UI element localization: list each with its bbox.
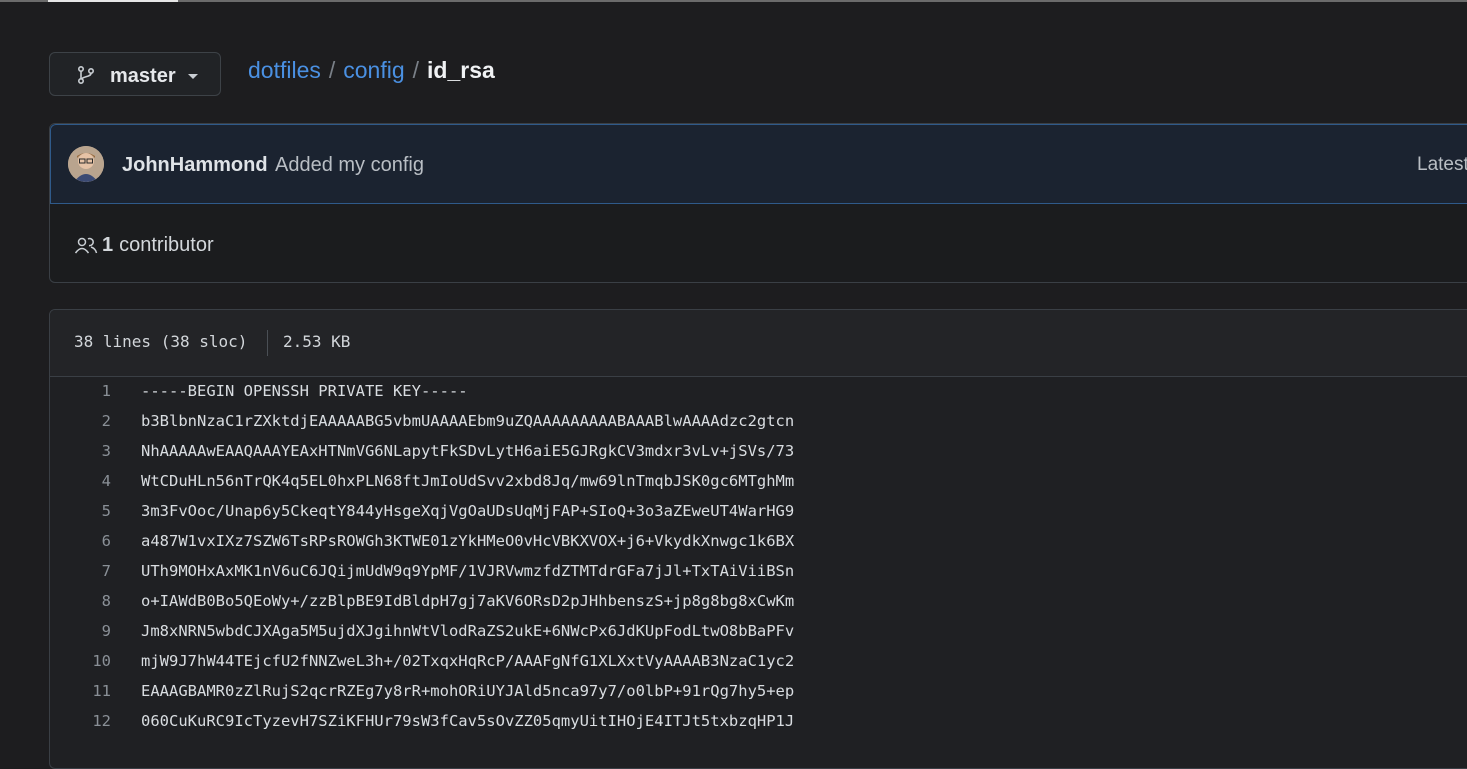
line-number[interactable]: 5 bbox=[50, 496, 111, 526]
commit-author-link[interactable]: JohnHammond bbox=[122, 154, 268, 177]
line-number[interactable]: 9 bbox=[50, 616, 111, 646]
file-header: 38 lines (38 sloc) 2.53 KB bbox=[50, 310, 1467, 377]
breadcrumb-file-name: id_rsa bbox=[427, 57, 495, 83]
git-branch-icon bbox=[76, 65, 96, 85]
commit-header: JohnHammond Added my config Latest bbox=[50, 124, 1467, 204]
file-viewer: 38 lines (38 sloc) 2.53 KB 1 -----BEGIN O… bbox=[49, 309, 1467, 769]
line-number[interactable]: 12 bbox=[50, 706, 111, 736]
line-number[interactable]: 10 bbox=[50, 646, 111, 676]
people-icon bbox=[74, 236, 98, 256]
line-content: WtCDuHLn56nTrQK4q5EL0hxPLN68ftJmIoUdSvv2… bbox=[141, 472, 795, 490]
line-number[interactable]: 3 bbox=[50, 436, 111, 466]
breadcrumb-separator: / bbox=[412, 57, 420, 83]
file-info-divider bbox=[267, 330, 268, 356]
line-number[interactable]: 7 bbox=[50, 556, 111, 586]
line-content: 060CuKuRC9IcTyzevH7SZiKFHUr79sW3fCav5sOv… bbox=[141, 712, 795, 730]
code-listing: 1 -----BEGIN OPENSSH PRIVATE KEY----- 2 b3B… bbox=[50, 376, 1467, 736]
code-line: 4 WtCDuHLn56nTrQK4q5EL0hxPLN68ftJmIoUdSvv… bbox=[50, 466, 1467, 496]
code-line: 3 NhAAAAAwEAAQAAAYEAxHTNmVG6NLapytFkSDvLy… bbox=[50, 436, 1467, 466]
code-line: 6 a487W1vxIXz7SZW6TsRPsROWGh3KTWE01zYkHMe… bbox=[50, 526, 1467, 556]
commit-info-box: JohnHammond Added my config Latest 1 con… bbox=[49, 123, 1467, 283]
line-content: b3BlbnNzaC1rZXktdjEAAAAABG5vbmUAAAAEbm9u… bbox=[141, 412, 795, 430]
chevron-down-icon bbox=[188, 74, 198, 79]
commit-message-link[interactable]: Added my config bbox=[275, 154, 424, 177]
file-size: 2.53 KB bbox=[283, 332, 351, 351]
latest-commit-label[interactable]: Latest bbox=[1417, 154, 1467, 176]
branch-select-button[interactable]: master bbox=[49, 52, 221, 96]
code-line: 8 o+IAWdB0Bo5QEoWy+/zzBlpBE9IdBldpH7gj7aK… bbox=[50, 586, 1467, 616]
code-line: 7 UTh9MOHxAxMK1nV6uC6JQijmUdW9q9YpMF/1VJR… bbox=[50, 556, 1467, 586]
line-number[interactable]: 11 bbox=[50, 676, 111, 706]
line-content: a487W1vxIXz7SZW6TsRPsROWGh3KTWE01zYkHMeO… bbox=[141, 532, 795, 550]
window-top-border bbox=[0, 0, 1467, 2]
line-content: -----BEGIN OPENSSH PRIVATE KEY----- bbox=[141, 382, 468, 400]
branch-name: master bbox=[110, 65, 176, 87]
code-line: 11 EAAAGBAMR0zZlRujS2qcrRZEg7y8rR+mohORiU… bbox=[50, 676, 1467, 706]
code-line: 12 060CuKuRC9IcTyzevH7SZiKFHUr79sW3fCav5s… bbox=[50, 706, 1467, 736]
contributor-count: 1 bbox=[102, 234, 114, 256]
active-tab-indicator bbox=[48, 0, 178, 2]
code-line: 5 3m3FvOoc/Unap6y5CkeqtY844yHsgeXqjVgOaUD… bbox=[50, 496, 1467, 526]
code-line: 9 Jm8xNRN5wbdCJXAga5M5ujdXJgihnWtVlodRaZS… bbox=[50, 616, 1467, 646]
code-line: 1 -----BEGIN OPENSSH PRIVATE KEY----- bbox=[50, 376, 1467, 406]
line-number[interactable]: 8 bbox=[50, 586, 111, 616]
line-content: mjW9J7hW44TEjcfU2fNNZweL3h+/02TxqxHqRcP/… bbox=[141, 652, 795, 670]
breadcrumb: dotfiles / config / id_rsa bbox=[248, 56, 495, 84]
line-number[interactable]: 6 bbox=[50, 526, 111, 556]
contributor-label: contributor bbox=[119, 234, 214, 256]
line-content: EAAAGBAMR0zZlRujS2qcrRZEg7y8rR+mohORiUYJ… bbox=[141, 682, 795, 700]
code-line: 2 b3BlbnNzaC1rZXktdjEAAAAABG5vbmUAAAAEbm9… bbox=[50, 406, 1467, 436]
contributors-summary[interactable]: 1 contributor bbox=[74, 234, 214, 257]
line-content: Jm8xNRN5wbdCJXAga5M5ujdXJgihnWtVlodRaZS2… bbox=[141, 622, 795, 640]
file-line-count: 38 lines (38 sloc) bbox=[74, 332, 248, 351]
breadcrumb-separator: / bbox=[328, 57, 336, 83]
line-content: UTh9MOHxAxMK1nV6uC6JQijmUdW9q9YpMF/1VJRV… bbox=[141, 562, 795, 580]
line-number[interactable]: 1 bbox=[50, 376, 111, 406]
line-content: 3m3FvOoc/Unap6y5CkeqtY844yHsgeXqjVgOaUDs… bbox=[141, 502, 795, 520]
line-number[interactable]: 2 bbox=[50, 406, 111, 436]
breadcrumb-repo-link[interactable]: dotfiles bbox=[248, 57, 321, 83]
breadcrumb-folder-link[interactable]: config bbox=[343, 57, 404, 83]
line-number[interactable]: 4 bbox=[50, 466, 111, 496]
line-content: NhAAAAAwEAAQAAAYEAxHTNmVG6NLapytFkSDvLyt… bbox=[141, 442, 795, 460]
avatar[interactable] bbox=[68, 146, 104, 182]
code-line: 10 mjW9J7hW44TEjcfU2fNNZweL3h+/02TxqxHqRc… bbox=[50, 646, 1467, 676]
line-content: o+IAWdB0Bo5QEoWy+/zzBlpBE9IdBldpH7gj7aKV… bbox=[141, 592, 795, 610]
